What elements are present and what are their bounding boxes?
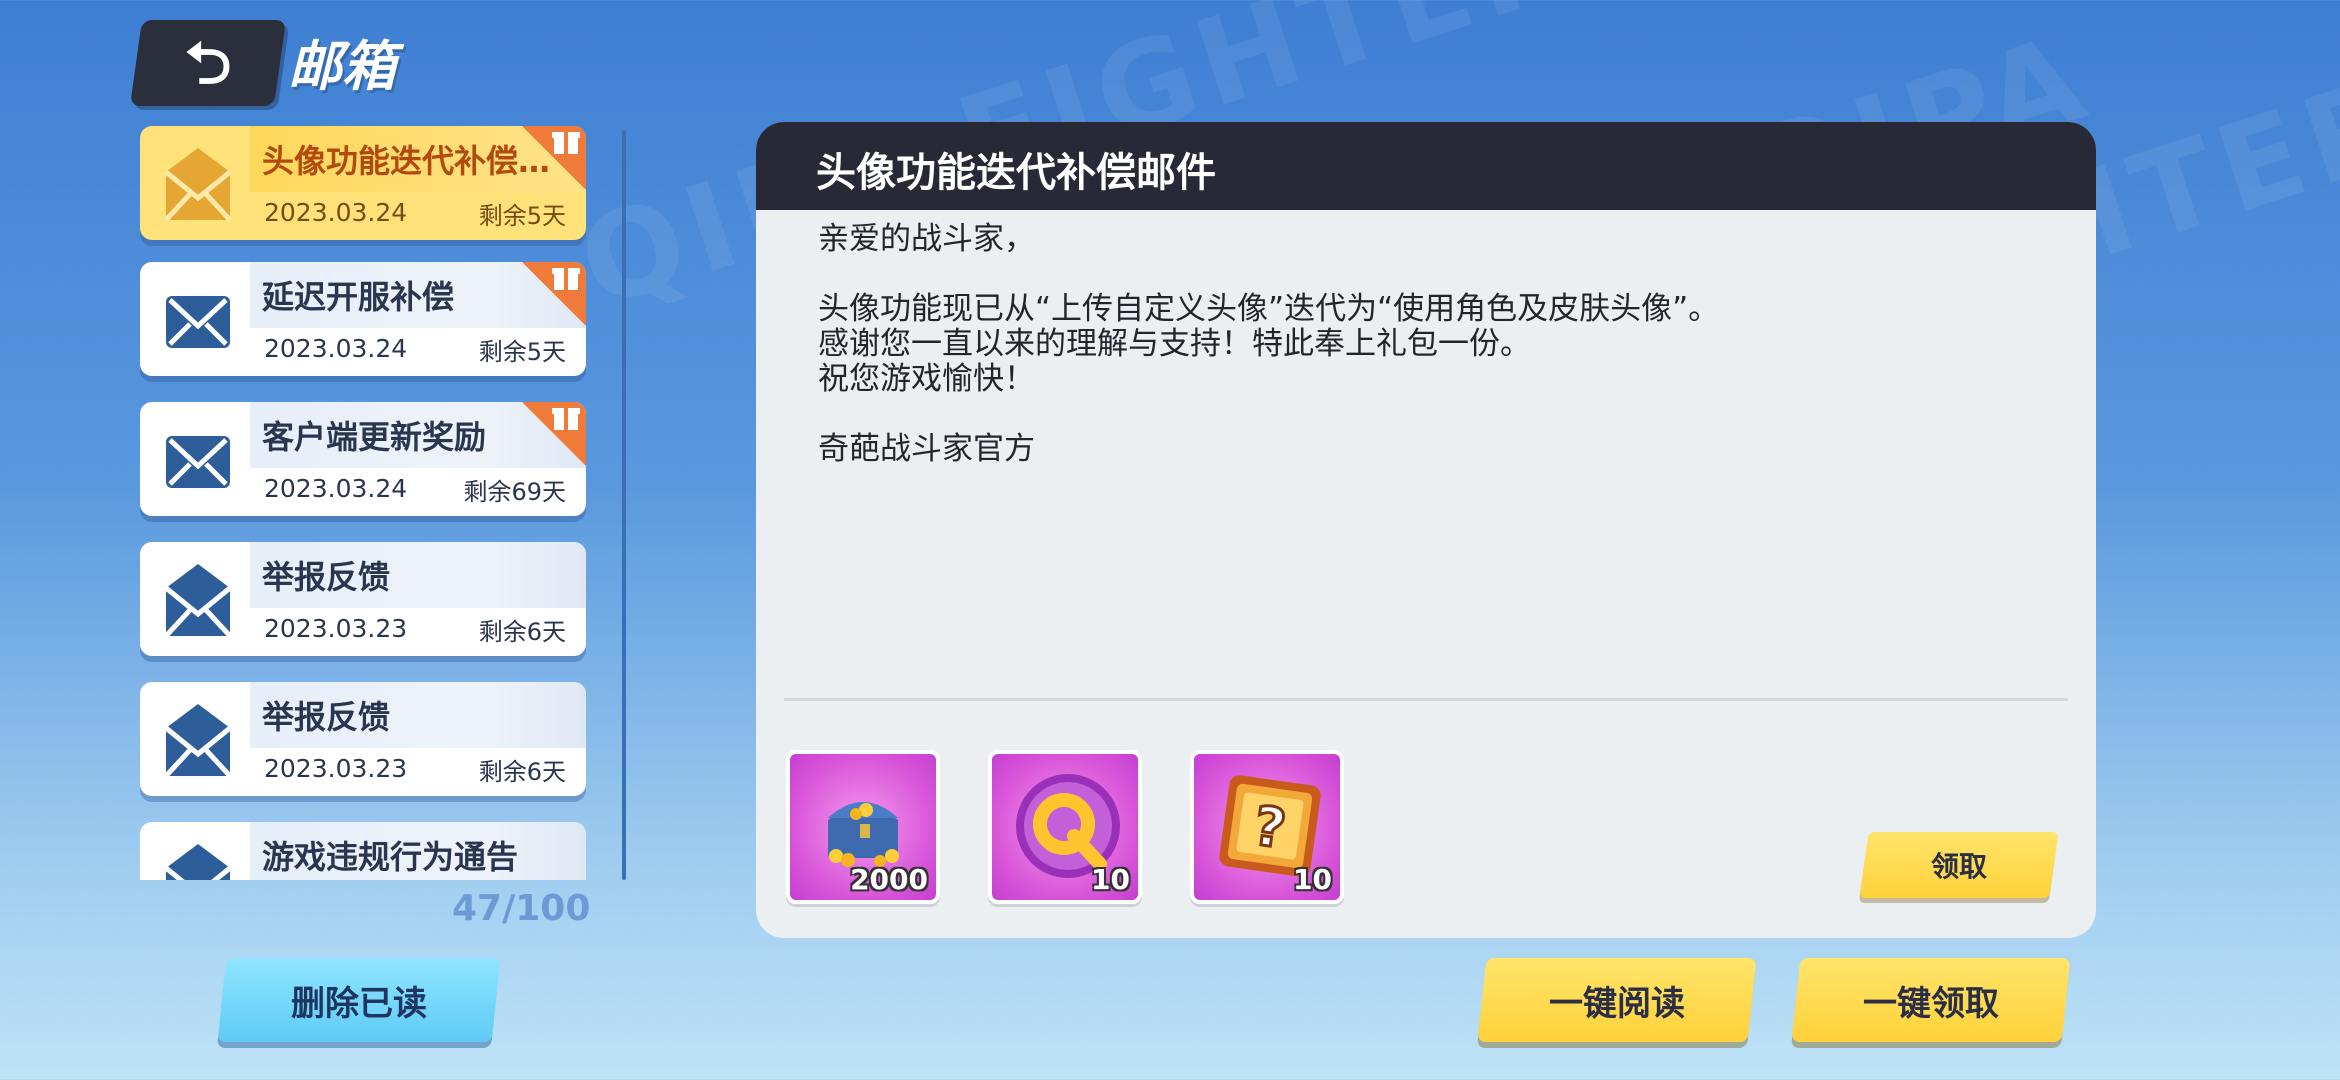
mail-count: 47/100 — [452, 888, 591, 929]
mail-body-line: 头像功能现已从“上传自定义头像”迭代为“使用角色及皮肤头像”。 — [818, 291, 1720, 327]
page-title: 邮箱 — [288, 35, 396, 98]
back-button[interactable]: ⮌ — [129, 20, 287, 106]
divider — [784, 698, 2068, 701]
mail-detail-header: 头像功能迭代补偿邮件 — [756, 122, 2096, 210]
reward-quantity: 2000 — [850, 863, 928, 896]
read-all-button[interactable]: 一键阅读 — [1477, 958, 1757, 1042]
delete-read-label: 删除已读 — [291, 983, 427, 1024]
mail-detail-body: 亲爱的战斗家， 头像功能现已从“上传自定义头像”迭代为“使用角色及皮肤头像”。 … — [818, 222, 2018, 467]
mail-item[interactable]: 举报反馈 2023.03.23 剩余6天 — [140, 682, 586, 796]
gift-icon — [522, 262, 586, 326]
mail-detail-title: 头像功能迭代补偿邮件 — [816, 150, 1216, 196]
reward-quantity: 10 — [1293, 863, 1332, 896]
gift-icon — [522, 402, 586, 466]
mail-body-line: 祝您游戏愉快！ — [818, 361, 1035, 397]
mail-subject: 延迟开服补偿 — [262, 278, 455, 316]
reward-item[interactable]: 2000 — [786, 750, 940, 904]
mail-remaining: 剩余5天 — [478, 338, 566, 366]
mail-date: 2023.03.24 — [264, 474, 408, 503]
mail-signature: 奇葩战斗家官方 — [818, 431, 1035, 467]
mail-item[interactable]: 客户端更新奖励 2023.03.24 剩余69天 — [140, 402, 586, 516]
reward-quantity: 10 — [1091, 863, 1130, 896]
mail-subject: 游戏违规行为通告 — [262, 838, 519, 876]
mail-date: 2023.03.23 — [264, 614, 408, 643]
claim-all-button[interactable]: 一键领取 — [1791, 958, 2071, 1042]
mail-date: 2023.03.23 — [264, 754, 408, 783]
mail-subject: 举报反馈 — [262, 698, 391, 736]
mail-item[interactable]: 头像功能迭代补偿... 2023.03.24 剩余5天 — [140, 126, 586, 240]
mail-subject: 举报反馈 — [262, 558, 391, 596]
mail-remaining: 剩余6天 — [478, 758, 566, 786]
mail-remaining: 剩余5天 — [478, 202, 566, 230]
reward-item[interactable]: 10 — [988, 750, 1142, 904]
mail-item[interactable]: 举报反馈 2023.03.23 剩余6天 — [140, 542, 586, 656]
mail-subject: 客户端更新奖励 — [262, 418, 487, 456]
back-arrow-icon: ⮌ — [184, 29, 232, 97]
claim-all-label: 一键领取 — [1863, 983, 1999, 1024]
mail-item[interactable]: 游戏违规行为通告 — [140, 822, 586, 880]
mail-date: 2023.03.24 — [264, 334, 408, 363]
list-scrollbar[interactable] — [622, 130, 626, 880]
mail-remaining: 剩余69天 — [463, 478, 566, 506]
envelope-open-icon — [164, 844, 232, 880]
mail-greeting: 亲爱的战斗家， — [818, 221, 1035, 257]
mail-item[interactable]: 延迟开服补偿 2023.03.24 剩余5天 — [140, 262, 586, 376]
envelope-open-icon — [164, 148, 232, 222]
envelope-open-icon — [164, 704, 232, 778]
envelope-icon — [166, 296, 230, 348]
mail-subject: 头像功能迭代补偿... — [262, 142, 552, 180]
envelope-icon — [166, 436, 230, 488]
delete-read-button[interactable]: 删除已读 — [217, 958, 501, 1042]
claim-label: 领取 — [1930, 850, 1987, 883]
reward-item[interactable]: ? 10 — [1190, 750, 1344, 904]
mail-remaining: 剩余6天 — [478, 618, 566, 646]
claim-button[interactable]: 领取 — [1859, 832, 2059, 898]
read-all-label: 一键阅读 — [1549, 983, 1685, 1024]
treasure-chest-icon — [828, 802, 899, 867]
mail-detail-panel: 头像功能迭代补偿邮件 亲爱的战斗家， 头像功能现已从“上传自定义头像”迭代为“使… — [756, 122, 2096, 938]
mail-list[interactable]: 头像功能迭代补偿... 2023.03.24 剩余5天 延迟开服补偿 2023.… — [136, 122, 592, 880]
envelope-open-icon — [164, 564, 232, 638]
mail-body-line: 感谢您一直以来的理解与支持！特此奉上礼包一份。 — [818, 326, 1531, 362]
gift-icon — [522, 126, 586, 190]
mail-date: 2023.03.24 — [264, 198, 408, 227]
